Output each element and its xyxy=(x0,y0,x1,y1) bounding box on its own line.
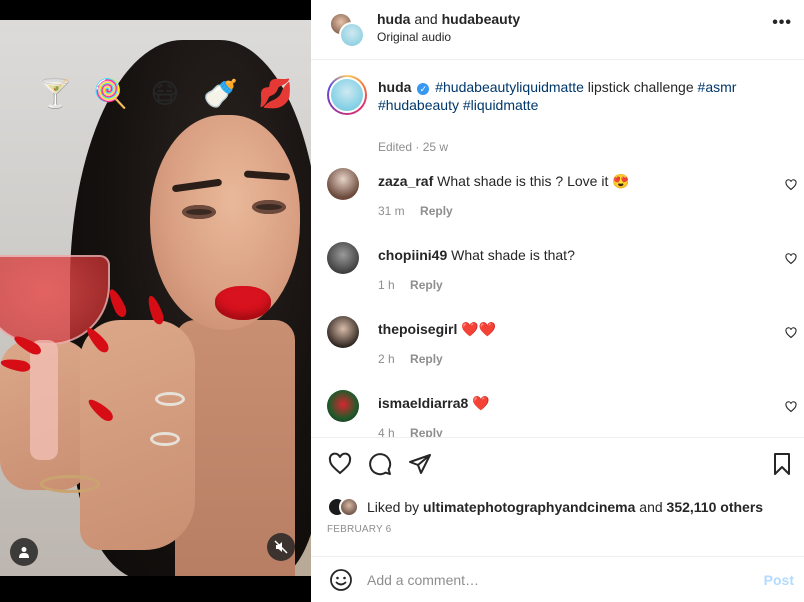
avatar[interactable] xyxy=(327,168,359,200)
comment-meta: 1 h Reply xyxy=(378,278,443,292)
comment-text: ismaeldiarra8 ❤️ xyxy=(378,394,490,412)
comment-time: 4 h xyxy=(378,426,395,437)
header-title: huda and hudabeauty xyxy=(377,11,520,27)
comment-username[interactable]: chopiini49 xyxy=(378,247,447,263)
reply-button[interactable]: Reply xyxy=(410,426,443,437)
post-media[interactable]: 🍸 🍭 😷 🍼 💋 xyxy=(0,0,311,602)
comment-text: thepoisegirl ❤️❤️ xyxy=(378,320,496,338)
avatar[interactable] xyxy=(327,242,359,274)
comment-time: 2 h xyxy=(378,352,395,366)
audio-link[interactable]: Original audio xyxy=(377,30,451,44)
author-link[interactable]: huda xyxy=(377,11,410,27)
avatar[interactable] xyxy=(339,497,359,517)
avatar[interactable] xyxy=(327,390,359,422)
comment-item: chopiini49 What shade is that? 1 h Reply xyxy=(327,242,797,316)
caption-avatar[interactable] xyxy=(327,75,367,115)
collab-avatars[interactable] xyxy=(329,12,365,48)
comment-text: chopiini49 What shade is that? xyxy=(378,246,575,264)
save-bookmark-icon[interactable] xyxy=(770,452,794,476)
caption-text: huda ✓ #hudabeautyliquidmatte lipstick c… xyxy=(378,78,778,114)
speaker-muted-icon xyxy=(274,540,288,554)
hashtag-link[interactable]: #asmr xyxy=(698,79,737,95)
share-paper-plane-icon[interactable] xyxy=(408,452,432,476)
reply-button[interactable]: Reply xyxy=(420,204,453,218)
comment-item: thepoisegirl ❤️❤️ 2 h Reply xyxy=(327,316,797,390)
photo-glass-stem xyxy=(30,340,58,460)
liked-by-avatars[interactable] xyxy=(327,497,359,517)
photo-ring xyxy=(150,432,180,446)
comment-input[interactable] xyxy=(367,567,737,593)
liked-by-joiner: and xyxy=(639,499,663,515)
add-comment-bar: Post xyxy=(311,556,804,602)
comment-username[interactable]: thepoisegirl xyxy=(378,321,457,337)
comment-body: What shade is that? xyxy=(451,247,575,263)
comment-body: What shade is this ? Love it 😍 xyxy=(437,173,630,189)
photo-eye-right xyxy=(252,200,286,214)
comment-body: ❤️ xyxy=(472,395,490,411)
popsicle-sticker: 🍭 xyxy=(93,77,128,110)
collaborator-link[interactable]: hudabeauty xyxy=(442,11,521,27)
verified-badge-icon: ✓ xyxy=(417,83,430,95)
comment-bubble-icon[interactable] xyxy=(368,452,392,476)
caption-meta: Edited · 25 w xyxy=(378,140,449,154)
photo-bracelet xyxy=(40,475,100,493)
post-actions: Liked by ultimatephotographyandcinema an… xyxy=(311,437,804,549)
like-heart-icon[interactable] xyxy=(328,452,352,476)
sticker-row: 🍸 🍭 😷 🍼 💋 xyxy=(38,77,293,110)
comment-meta: 31 m Reply xyxy=(378,204,453,218)
mask-face-sticker: 😷 xyxy=(150,77,180,110)
comment-item: ismaeldiarra8 ❤️ 4 h Reply xyxy=(327,390,797,437)
emoji-smiley-icon[interactable] xyxy=(329,568,353,592)
liked-by-prefix: Liked by xyxy=(367,499,420,515)
comment-text: zaza_raf What shade is this ? Love it 😍 xyxy=(378,172,630,190)
more-options-icon[interactable]: ••• xyxy=(772,14,792,32)
avatar[interactable] xyxy=(327,316,359,348)
reply-button[interactable]: Reply xyxy=(410,352,443,366)
post-comment-button[interactable]: Post xyxy=(764,572,794,588)
tagged-users-button[interactable] xyxy=(10,538,38,566)
comment-username[interactable]: ismaeldiarra8 xyxy=(378,395,468,411)
comment-meta: 4 h Reply xyxy=(378,426,443,437)
mute-toggle-button[interactable] xyxy=(267,533,295,561)
likes-count-link[interactable]: 352,110 others xyxy=(667,499,764,515)
caption-username[interactable]: huda xyxy=(378,79,411,95)
like-comment-heart-icon[interactable] xyxy=(785,179,797,191)
comments-list[interactable]: huda ✓ #hudabeautyliquidmatte lipstick c… xyxy=(311,61,804,437)
comment-time: 1 h xyxy=(378,278,395,292)
hashtag-link[interactable]: #hudabeauty xyxy=(378,97,459,113)
person-icon xyxy=(19,547,29,558)
comment-time: 31 m xyxy=(378,204,405,218)
comment-username[interactable]: zaza_raf xyxy=(378,173,433,189)
caption-body: lipstick challenge xyxy=(583,79,698,95)
hashtag-link[interactable]: #hudabeautyliquidmatte xyxy=(435,79,584,95)
photo-eye-left xyxy=(182,205,216,219)
avatar-hudabeauty[interactable] xyxy=(339,22,365,48)
post-date[interactable]: February 6 xyxy=(327,524,391,535)
likes-summary: Liked by ultimatephotographyandcinema an… xyxy=(327,496,763,518)
comment-body: ❤️❤️ xyxy=(461,321,497,337)
kiss-lips-sticker: 💋 xyxy=(258,77,293,110)
liked-by-user-link[interactable]: ultimatephotographyandcinema xyxy=(423,499,635,515)
post-details-panel: huda and hudabeauty Original audio ••• h… xyxy=(311,0,804,602)
reply-button[interactable]: Reply xyxy=(410,278,443,292)
comment-meta: 2 h Reply xyxy=(378,352,443,366)
photo-ring xyxy=(155,392,185,406)
hashtag-link[interactable]: #liquidmatte xyxy=(463,97,539,113)
bottle-sticker: 🍼 xyxy=(203,77,238,110)
comment-item: zaza_raf What shade is this ? Love it 😍 … xyxy=(327,168,797,242)
like-comment-heart-icon[interactable] xyxy=(785,401,797,413)
cocktail-sticker: 🍸 xyxy=(38,77,73,110)
post-header: huda and hudabeauty Original audio ••• xyxy=(311,0,804,60)
like-comment-heart-icon[interactable] xyxy=(785,253,797,265)
header-joiner: and xyxy=(414,11,438,27)
photo-lips xyxy=(215,286,271,320)
like-comment-heart-icon[interactable] xyxy=(785,327,797,339)
